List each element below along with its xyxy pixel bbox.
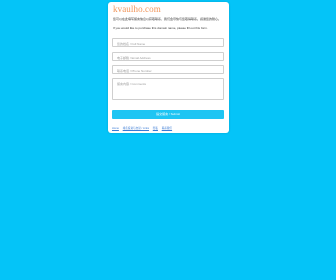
footer-links: Home 域名投资与交易 / Links 隐私 联系我们 xyxy=(112,126,175,130)
submit-button[interactable]: 提交留言 / Submit xyxy=(112,110,224,119)
footer-link-privacy[interactable]: 隐私 xyxy=(153,127,158,130)
name-field[interactable]: 您的姓名 / Full Name xyxy=(112,38,224,47)
message-placeholder: 留言内容 / Comments xyxy=(117,82,147,86)
footer-link-contact[interactable]: 联系我们 xyxy=(162,127,172,130)
message-textarea[interactable]: 留言内容 / Comments xyxy=(112,78,224,100)
footer-link-home[interactable]: Home xyxy=(112,127,119,130)
name-placeholder: 您的姓名 / Full Name xyxy=(117,42,146,46)
phone-placeholder: 联系电话 / Phone Number xyxy=(117,69,152,73)
site-logo[interactable]: kvaulho.com xyxy=(113,4,161,14)
email-field[interactable]: 电子邮箱 / Email Address xyxy=(112,52,224,61)
intro-chinese: 您可以在此填写留言信息以获取联系，我们会尽快与您取得联系。感谢您的耐心。 xyxy=(113,17,222,21)
email-placeholder: 电子邮箱 / Email Address xyxy=(117,56,151,60)
footer-link-links[interactable]: 域名投资与交易 / Links xyxy=(123,127,149,130)
phone-field[interactable]: 联系电话 / Phone Number xyxy=(112,65,224,74)
contact-card: kvaulho.com 您可以在此填写留言信息以获取联系，我们会尽快与您取得联系… xyxy=(108,2,229,133)
intro-english: If you would like to purchase this domai… xyxy=(113,26,208,30)
